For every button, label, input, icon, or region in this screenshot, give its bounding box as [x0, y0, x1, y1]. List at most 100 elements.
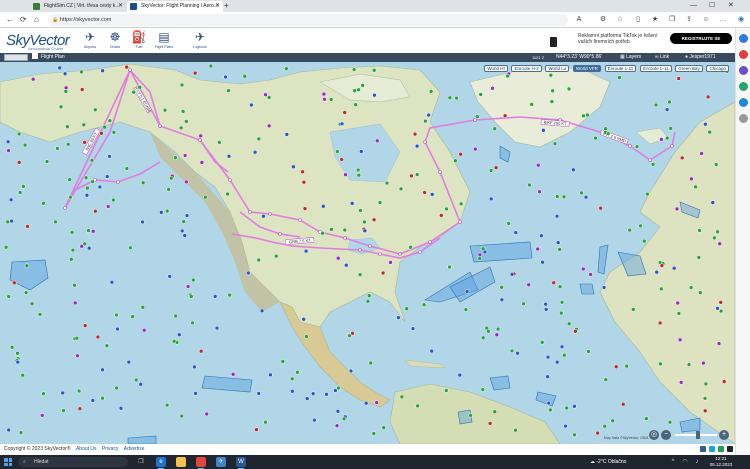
weather-station-marker[interactable]	[343, 172, 348, 177]
map-svg[interactable]: ANC 60 KT YXY 0.1 EGNM BIKF 250 KT OLT 2…	[0, 62, 735, 444]
weather-station-marker[interactable]	[62, 71, 68, 77]
weather-station-marker[interactable]	[363, 400, 369, 406]
weather-station-marker[interactable]	[5, 219, 10, 225]
weather-station-marker[interactable]	[339, 157, 344, 162]
locate-icon[interactable]: ◎	[649, 430, 659, 440]
weather-station-marker[interactable]	[266, 123, 272, 129]
weather-station-marker[interactable]	[551, 280, 556, 286]
weather-station-marker[interactable]	[480, 335, 486, 341]
weather-station-marker[interactable]	[537, 189, 542, 194]
weather-station-marker[interactable]	[548, 72, 554, 78]
weather-station-marker[interactable]	[571, 167, 576, 173]
zoom-slider-handle[interactable]	[695, 431, 700, 439]
weather-station-marker[interactable]	[95, 334, 101, 340]
weather-station-marker[interactable]	[552, 141, 558, 146]
weather-station-marker[interactable]	[254, 427, 259, 432]
weather-station-marker[interactable]	[15, 351, 20, 356]
weather-station-marker[interactable]	[302, 206, 308, 211]
weather-station-marker[interactable]	[642, 238, 647, 244]
weather-station-marker[interactable]	[559, 300, 565, 305]
weather-station-marker[interactable]	[679, 155, 685, 161]
weather-station-marker[interactable]	[371, 431, 377, 436]
maximize-button[interactable]: ☐	[709, 0, 715, 12]
add-sidebar-icon[interactable]	[739, 114, 748, 123]
weather-station-marker[interactable]	[355, 167, 361, 173]
weather-station-marker[interactable]	[703, 121, 708, 127]
weather-station-marker[interactable]	[69, 257, 74, 262]
task-view-icon[interactable]: ❐	[136, 457, 146, 467]
weather-station-marker[interactable]	[488, 196, 494, 202]
weather-station-marker[interactable]	[529, 102, 534, 107]
weather-station-marker[interactable]	[82, 323, 88, 328]
weather-station-marker[interactable]	[342, 110, 347, 115]
weather-station-marker[interactable]	[324, 392, 329, 397]
games-sidebar-icon[interactable]	[739, 82, 748, 91]
weather-station-marker[interactable]	[601, 285, 607, 290]
weather-station-marker[interactable]	[8, 197, 14, 203]
weather-station-marker[interactable]	[100, 395, 105, 401]
close-window-button[interactable]: ✕	[728, 0, 734, 12]
weather-station-marker[interactable]	[676, 76, 681, 81]
weather-station-marker[interactable]	[716, 341, 722, 346]
weather-station-marker[interactable]	[362, 228, 368, 234]
weather-station-marker[interactable]	[495, 326, 501, 332]
weather-station-marker[interactable]	[659, 137, 664, 142]
weather-station-marker[interactable]	[613, 364, 619, 369]
weather-station-marker[interactable]	[659, 286, 664, 292]
weather-station-marker[interactable]	[104, 174, 110, 179]
weather-station-marker[interactable]	[713, 162, 719, 167]
weather-station-marker[interactable]	[668, 126, 673, 131]
weather-station-marker[interactable]	[6, 294, 11, 299]
weather-station-marker[interactable]	[109, 279, 115, 285]
weather-station-marker[interactable]	[90, 229, 96, 234]
weather-station-marker[interactable]	[610, 418, 615, 424]
weather-station-marker[interactable]	[667, 419, 673, 425]
weather-station-marker[interactable]	[21, 184, 26, 189]
twitter-icon[interactable]	[709, 446, 715, 452]
weather-station-marker[interactable]	[492, 409, 497, 414]
weather-station-marker[interactable]	[86, 228, 91, 233]
weather-station-marker[interactable]	[18, 430, 24, 435]
weather-station-marker[interactable]	[375, 138, 380, 144]
weather-station-marker[interactable]	[356, 87, 361, 93]
weather-station-marker[interactable]	[362, 219, 367, 225]
weather-station-marker[interactable]	[572, 404, 577, 409]
weather-station-marker[interactable]	[543, 307, 549, 312]
weather-station-marker[interactable]	[475, 114, 480, 119]
weather-station-marker[interactable]	[664, 135, 670, 141]
weather-station-marker[interactable]	[164, 402, 170, 408]
weather-station-marker[interactable]	[561, 194, 567, 200]
search-box[interactable]	[4, 54, 28, 61]
weather-station-marker[interactable]	[256, 257, 261, 263]
weather-station-marker[interactable]	[107, 154, 112, 159]
weather-station-marker[interactable]	[70, 247, 76, 253]
back-button[interactable]: ←	[6, 14, 14, 25]
chart-world-lo-button[interactable]: World Lo	[545, 65, 570, 72]
weather-station-marker[interactable]	[173, 155, 178, 160]
weather-station-marker[interactable]	[335, 255, 341, 261]
weather-station-marker[interactable]	[111, 130, 117, 135]
weather-station-marker[interactable]	[404, 306, 409, 311]
weather-station-marker[interactable]	[477, 252, 483, 258]
weather-station-marker[interactable]	[90, 179, 95, 184]
weather-station-marker[interactable]	[30, 76, 36, 82]
weather-station-marker[interactable]	[300, 169, 305, 175]
weather-station-marker[interactable]	[603, 126, 608, 131]
weather-station-marker[interactable]	[25, 224, 30, 229]
weather-station-marker[interactable]	[707, 129, 712, 135]
weather-station-marker[interactable]	[453, 158, 458, 163]
weather-station-marker[interactable]	[586, 349, 591, 354]
weather-station-marker[interactable]	[128, 245, 133, 251]
weather-station-marker[interactable]	[513, 427, 518, 433]
weather-station-marker[interactable]	[581, 113, 586, 119]
minimize-button[interactable]: —	[690, 0, 697, 12]
weather-station-marker[interactable]	[168, 175, 174, 181]
weather-station-marker[interactable]	[246, 270, 251, 276]
weather-station-marker[interactable]	[60, 390, 65, 396]
map-canvas[interactable]: ANC 60 KT YXY 0.1 EGNM BIKF 250 KT OLT 2…	[0, 62, 735, 444]
weather-station-marker[interactable]	[74, 335, 80, 341]
weather-station-marker[interactable]	[562, 352, 567, 358]
weather-station-marker[interactable]	[312, 417, 317, 423]
weather-station-marker[interactable]	[715, 229, 720, 235]
weather-station-marker[interactable]	[487, 421, 493, 426]
